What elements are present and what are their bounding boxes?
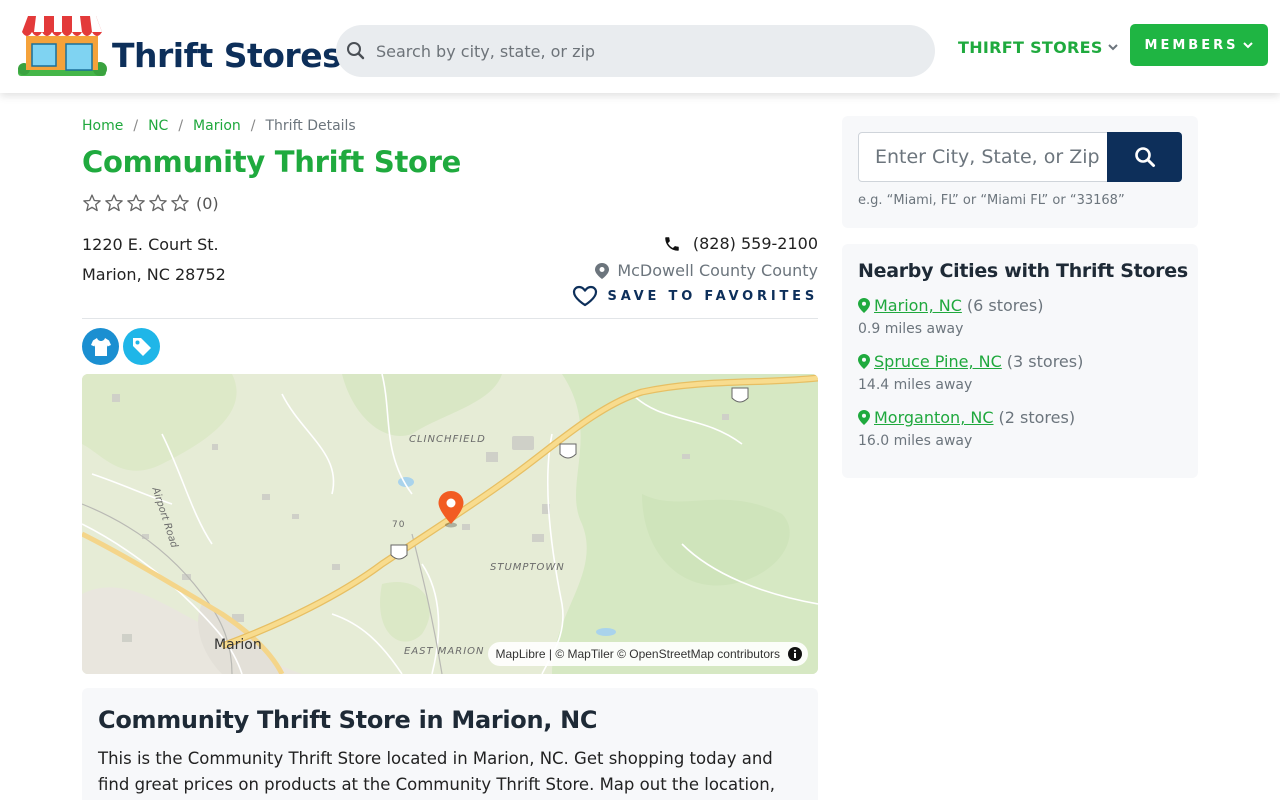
map-marker-icon (595, 262, 610, 279)
store-description-card: Community Thrift Store in Marion, NC Thi… (82, 688, 818, 800)
price-tag-icon (132, 337, 151, 356)
nearby-city-link[interactable]: Marion, NC (874, 296, 962, 315)
map-marker-icon (858, 354, 870, 369)
address-line-2: Marion, NC 28752 (82, 265, 226, 284)
nearby-cities-card: Nearby Cities with Thrift Stores Marion,… (842, 244, 1198, 478)
header-search (336, 25, 935, 77)
county-name: McDowell County County (617, 261, 818, 280)
nearby-city-count: (6 stores) (966, 296, 1044, 315)
nearby-city-count: (2 stores) (998, 408, 1076, 427)
search-hint: e.g. “Miami, FL” or “Miami FL” or “33168… (858, 193, 1125, 208)
map-attribution: MapLibre | © MapTiler © OpenStreetMap co… (487, 642, 808, 666)
section-divider (82, 318, 818, 319)
members-button[interactable]: MEMBERS (1130, 24, 1268, 66)
breadcrumb-city[interactable]: Marion (193, 118, 241, 134)
nav-thrift-stores-label: THIRFT STORES (958, 37, 1103, 57)
nav-thrift-stores-dropdown[interactable]: THIRFT STORES (958, 35, 1118, 59)
nearby-title: Nearby Cities with Thrift Stores (858, 260, 1188, 282)
map-attribution-text[interactable]: MapLibre | © MapTiler © OpenStreetMap co… (496, 647, 780, 661)
save-to-favorites-label: SAVE TO FAVORITES (607, 288, 818, 304)
store-map[interactable]: 70 CLINCHFIELD STUMPTOWN EAST MARION Air… (82, 374, 818, 674)
star-outline-icon (83, 194, 101, 212)
sidebar-location-input[interactable] (858, 132, 1108, 182)
map-label-east-marion: EAST MARION (404, 646, 485, 657)
search-icon (1134, 147, 1155, 167)
save-to-favorites-button[interactable]: SAVE TO FAVORITES (572, 285, 818, 307)
star-rating[interactable]: (0) (82, 192, 219, 214)
phone-icon (665, 236, 679, 251)
site-logo[interactable]: Thrift Stores (14, 14, 342, 78)
phone-link[interactable]: (828) 559-2100 (663, 234, 818, 253)
page-title: Community Thrift Store (82, 145, 462, 179)
nearby-city-item: Morganton, NC (2 stores) 16.0 miles away (858, 408, 1075, 449)
county-info: McDowell County County (595, 261, 818, 280)
star-outline-icon (171, 194, 189, 212)
chevron-down-icon (1108, 44, 1118, 51)
shirt-icon (90, 337, 111, 356)
members-label: MEMBERS (1144, 37, 1239, 53)
map-label-stumptown: STUMPTOWN (490, 562, 565, 573)
breadcrumb-separator: / (178, 118, 184, 134)
sidebar-search-button[interactable] (1107, 132, 1182, 182)
star-outline-icon (105, 194, 123, 212)
nearby-city-distance: 0.9 miles away (858, 321, 964, 337)
breadcrumb-home[interactable]: Home (82, 118, 123, 134)
map-marker-icon (858, 298, 870, 313)
info-icon[interactable] (788, 647, 802, 661)
description-text: This is the Community Thrift Store locat… (98, 749, 775, 794)
site-header: Thrift Stores THIRFT STORES MEMBERS (0, 0, 1280, 93)
breadcrumb-separator: / (133, 118, 139, 134)
description-title: Community Thrift Store in Marion, NC (98, 706, 598, 734)
map-pin-icon[interactable] (437, 490, 465, 528)
search-icon (347, 42, 365, 60)
nearby-city-count: (3 stores) (1006, 352, 1084, 371)
nearby-city-link[interactable]: Morganton, NC (874, 408, 994, 427)
heart-outline-icon (572, 285, 597, 307)
category-icons (82, 328, 164, 365)
chevron-down-icon (1243, 42, 1254, 49)
sidebar-search-card: e.g. “Miami, FL” or “Miami FL” or “33168… (842, 116, 1198, 228)
map-marker-icon (858, 410, 870, 425)
route-shield-label: 70 (392, 520, 406, 530)
storefront-icon (18, 16, 107, 76)
breadcrumb-state[interactable]: NC (148, 118, 168, 134)
header-search-input[interactable] (376, 25, 916, 77)
phone-number: (828) 559-2100 (692, 234, 818, 253)
clothing-category[interactable] (82, 328, 119, 365)
breadcrumb-current: Thrift Details (265, 118, 356, 134)
deals-category[interactable] (123, 328, 160, 365)
nearby-city-distance: 16.0 miles away (858, 433, 973, 449)
breadcrumb: Home / NC / Marion / Thrift Details (82, 118, 356, 134)
brand-name: Thrift Stores (112, 36, 342, 75)
map-label-clinchfield: CLINCHFIELD (409, 434, 486, 445)
rating-count: (0) (196, 193, 219, 213)
star-outline-icon (127, 194, 145, 212)
nearby-city-item: Marion, NC (6 stores) 0.9 miles away (858, 296, 1043, 337)
nearby-city-link[interactable]: Spruce Pine, NC (874, 352, 1002, 371)
star-outline-icon (149, 194, 167, 212)
nearby-city-distance: 14.4 miles away (858, 377, 973, 393)
breadcrumb-separator: / (250, 118, 256, 134)
nearby-city-item: Spruce Pine, NC (3 stores) 14.4 miles aw… (858, 352, 1083, 393)
address-line-1: 1220 E. Court St. (82, 235, 219, 254)
map-town-marion: Marion (214, 637, 262, 653)
